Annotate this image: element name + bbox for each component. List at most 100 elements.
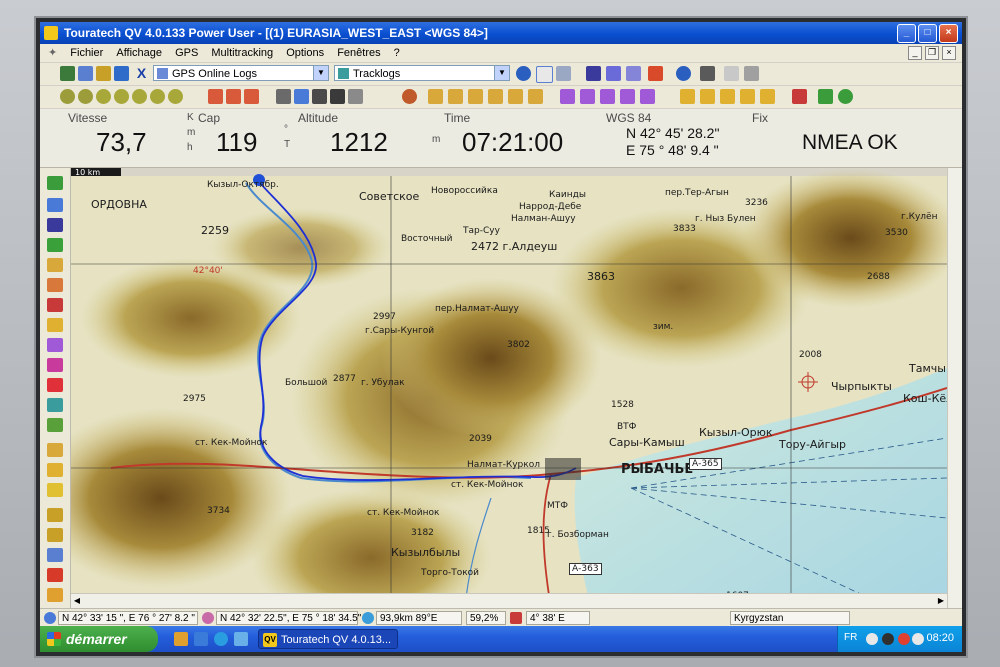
layer-tool-16-icon[interactable] <box>47 483 63 497</box>
scroll-left-icon[interactable]: ◀ <box>71 595 83 607</box>
poi-tool-2-icon[interactable] <box>700 89 715 104</box>
layer-tool-8-icon[interactable] <box>47 318 63 332</box>
poi-tool-1-icon[interactable] <box>680 89 695 104</box>
gps-tool-1-icon[interactable] <box>792 89 807 104</box>
measure-icon[interactable] <box>276 89 291 104</box>
minimize-button[interactable]: _ <box>897 24 916 43</box>
layer-tool-20-icon[interactable] <box>47 568 63 582</box>
gps-tool-2-icon[interactable] <box>818 89 833 104</box>
poi-tool-3-icon[interactable] <box>720 89 735 104</box>
menu-options[interactable]: Options <box>286 47 324 59</box>
layer-tool-2-icon[interactable] <box>47 198 63 212</box>
route-tool-3-icon[interactable] <box>600 89 615 104</box>
track-tool-5-icon[interactable] <box>508 89 523 104</box>
chevron-down-icon[interactable]: ▼ <box>494 66 509 80</box>
edit-waypoint-icon[interactable] <box>244 89 259 104</box>
grid-view-icon[interactable] <box>606 66 621 81</box>
layer-tool-7-icon[interactable] <box>47 298 63 312</box>
mdi-close-button[interactable]: × <box>942 46 956 60</box>
open-map-icon[interactable] <box>60 66 75 81</box>
route-tool-5-icon[interactable] <box>640 89 655 104</box>
add-waypoint-icon[interactable] <box>208 89 223 104</box>
layers-icon[interactable] <box>114 66 129 81</box>
select-icon[interactable] <box>294 89 309 104</box>
track-tool-1-icon[interactable] <box>428 89 443 104</box>
layer-tool-10-icon[interactable] <box>47 358 63 372</box>
title-bar[interactable]: Touratech QV 4.0.133 Power User - [(1) E… <box>40 22 962 44</box>
move-icon[interactable] <box>312 89 327 104</box>
taskbar-item-qv[interactable]: QV Touratech QV 4.0.13... <box>258 629 398 649</box>
poi-tool-4-icon[interactable] <box>740 89 755 104</box>
menu-doc-icon[interactable]: ✦ <box>48 47 57 59</box>
layer-tool-19-icon[interactable] <box>47 548 63 562</box>
binoculars-icon[interactable] <box>586 66 601 81</box>
route-icon[interactable] <box>556 66 571 81</box>
map-view[interactable]: 10 km Кызыл-Октябр. ОРДОВНА Советское Но… <box>71 168 947 608</box>
layer-tool-12-icon[interactable] <box>47 398 63 412</box>
layer-tool-11-icon[interactable] <box>47 378 63 392</box>
route-tool-4-icon[interactable] <box>620 89 635 104</box>
zoom-next-icon[interactable] <box>168 89 183 104</box>
cursor-icon[interactable] <box>348 89 363 104</box>
gps-tool-3-icon[interactable] <box>838 89 853 104</box>
quicklaunch-1-icon[interactable] <box>174 632 188 646</box>
target-icon[interactable] <box>676 66 691 81</box>
menu-help[interactable]: ? <box>394 47 400 59</box>
map-horizontal-scrollbar[interactable]: ◀ ▶ <box>71 593 947 609</box>
maximize-button[interactable]: □ <box>918 24 937 43</box>
tray-2-icon[interactable] <box>882 633 894 645</box>
app-icon[interactable] <box>44 26 58 40</box>
north-icon[interactable] <box>536 66 553 83</box>
zoom-window-icon[interactable] <box>114 89 129 104</box>
tray-4-icon[interactable] <box>912 633 924 645</box>
layer-tool-15-icon[interactable] <box>47 463 63 477</box>
grid-icon[interactable] <box>330 89 345 104</box>
zoom-100-icon[interactable] <box>132 89 147 104</box>
text-size-icon[interactable] <box>744 66 759 81</box>
track-tool-3-icon[interactable] <box>468 89 483 104</box>
tray-3-icon[interactable] <box>898 633 910 645</box>
remove-waypoint-icon[interactable] <box>226 89 241 104</box>
settings-icon[interactable] <box>700 66 715 81</box>
layer-tool-4-icon[interactable] <box>47 238 63 252</box>
eye-icon[interactable] <box>516 66 531 81</box>
zoom-in-icon[interactable] <box>60 89 75 104</box>
menu-gps[interactable]: GPS <box>175 47 198 59</box>
warning-icon[interactable] <box>47 588 63 602</box>
layer-tool-1-icon[interactable] <box>47 176 63 190</box>
menu-multitracking[interactable]: Multitracking <box>211 47 273 59</box>
route-tool-2-icon[interactable] <box>580 89 595 104</box>
start-button[interactable]: démarrer <box>40 626 158 652</box>
menu-fichier[interactable]: Fichier <box>70 47 103 59</box>
layer-tool-5-icon[interactable] <box>47 258 63 272</box>
mdi-restore-button[interactable]: ❐ <box>925 46 939 60</box>
mdi-minimize-button[interactable]: _ <box>908 46 922 60</box>
layer-tool-18-icon[interactable] <box>47 528 63 542</box>
zoom-fit-icon[interactable] <box>96 89 111 104</box>
gps-logs-combo[interactable]: GPS Online Logs ▼ <box>153 65 329 81</box>
layer-tool-6-icon[interactable] <box>47 278 63 292</box>
menu-affichage[interactable]: Affichage <box>116 47 162 59</box>
save-icon[interactable] <box>78 66 93 81</box>
track-tool-4-icon[interactable] <box>488 89 503 104</box>
delete-x-icon[interactable]: X <box>134 66 149 81</box>
layer-tool-14-icon[interactable] <box>47 443 63 457</box>
zoom-prev-icon[interactable] <box>150 89 165 104</box>
zoom-out-icon[interactable] <box>78 89 93 104</box>
tracklogs-combo[interactable]: Tracklogs ▼ <box>334 65 510 81</box>
search-icon[interactable] <box>402 89 417 104</box>
folder-icon[interactable] <box>96 66 111 81</box>
track-tool-2-icon[interactable] <box>448 89 463 104</box>
layer-tool-17-icon[interactable] <box>47 508 63 522</box>
map-vertical-scrollbar[interactable] <box>947 168 962 608</box>
menu-fenetres[interactable]: Fenêtres <box>337 47 380 59</box>
track-tool-6-icon[interactable] <box>528 89 543 104</box>
scroll-right-icon[interactable]: ▶ <box>935 595 947 607</box>
poi-tool-5-icon[interactable] <box>760 89 775 104</box>
close-button[interactable]: × <box>939 24 958 43</box>
quicklaunch-2-icon[interactable] <box>194 632 208 646</box>
waypoint-icon[interactable] <box>648 66 663 81</box>
list-view-icon[interactable] <box>626 66 641 81</box>
quicklaunch-4-icon[interactable] <box>234 632 248 646</box>
internet-explorer-icon[interactable] <box>214 632 228 646</box>
